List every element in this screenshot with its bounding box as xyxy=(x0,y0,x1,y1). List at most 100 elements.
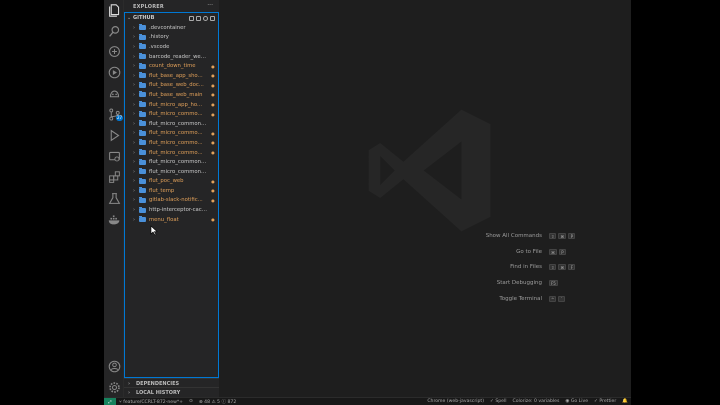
key-cap: F xyxy=(568,264,576,271)
folder-icon xyxy=(139,24,146,31)
folder-name: flut_base_app_sho... xyxy=(149,72,203,79)
run-icon[interactable] xyxy=(107,65,121,79)
folder-name: count_down_time xyxy=(149,63,196,70)
new-file-icon[interactable] xyxy=(189,15,194,21)
problems-indicator[interactable]: ⊗ 48 ⚠ 5 ⓘ 872 xyxy=(196,399,239,405)
folder-item[interactable]: › flut_micro_commo... ● xyxy=(125,129,218,139)
source-control-icon[interactable]: 27 xyxy=(107,107,124,121)
go-live-label: Go Live xyxy=(570,399,589,404)
folder-item[interactable]: › flut_micro_app_ho... ● xyxy=(125,100,218,110)
folder-name: .vscode xyxy=(149,43,170,50)
folder-item[interactable]: ›flut_micro_commons_cli... xyxy=(125,119,218,129)
chevron-right-icon: › xyxy=(128,380,131,387)
language-env[interactable]: Chrome (web-javascript) xyxy=(424,399,487,404)
key-cap: ⇧ xyxy=(549,264,557,271)
folder-item[interactable]: › menu_float ● xyxy=(125,215,218,225)
search-icon[interactable] xyxy=(107,24,121,38)
folder-icon xyxy=(139,81,146,88)
folder-item[interactable]: › .history xyxy=(125,33,218,43)
local-history-label: LOCAL HISTORY xyxy=(136,389,181,396)
testing-icon[interactable] xyxy=(107,191,121,205)
folder-item[interactable]: › http-interceptor-cache xyxy=(125,205,218,215)
account-icon[interactable] xyxy=(107,359,121,373)
folder-item[interactable]: ›flut_micro_commons_utils xyxy=(125,167,218,177)
folder-item[interactable]: ›flut_micro_commons_te... xyxy=(125,157,218,167)
folder-item[interactable]: › flut_temp ● xyxy=(125,186,218,196)
docker-icon[interactable] xyxy=(107,212,121,226)
shortcut-row[interactable]: Go to File ⌘ P xyxy=(399,244,599,260)
folder-status: ● xyxy=(211,102,215,108)
notifications-bell-icon[interactable]: 🔔 xyxy=(619,399,631,404)
folder-icon xyxy=(139,149,146,156)
folder-name: flut_micro_commo... xyxy=(149,139,203,146)
extensions-alt-icon[interactable] xyxy=(107,44,121,58)
folder-item[interactable]: › flut_poc_web ● xyxy=(125,177,218,187)
folder-name: flut_micro_commons_te... xyxy=(149,159,208,166)
status-bar: ⤢ ⑂ feature/CCRLT-872-new*+ ⊙ ⊗ 48 ⚠ 5 ⓘ… xyxy=(104,397,631,405)
shortcut-row[interactable]: Start Debugging F5 xyxy=(399,275,599,291)
folder-item[interactable]: ›barcode_reader_webass... xyxy=(125,52,218,62)
explorer-sidebar: EXPLORER ··· ⌄ GITHUB › .devcontainer › .hi… xyxy=(124,0,219,397)
collapse-all-icon[interactable] xyxy=(210,15,215,21)
scm-badge: 27 xyxy=(116,115,124,121)
folder-status: ● xyxy=(211,217,215,223)
repo-root[interactable]: ⌄ GITHUB xyxy=(125,13,218,23)
shortcut-row[interactable]: Toggle Terminal ^ ` xyxy=(399,291,599,307)
shortcut-label: Start Debugging xyxy=(496,280,542,287)
folder-item[interactable]: › .devcontainer xyxy=(125,23,218,33)
folder-item[interactable]: › flut_base_web_main ● xyxy=(125,90,218,100)
run-debug-icon[interactable] xyxy=(107,128,121,142)
explorer-title: EXPLORER xyxy=(133,4,164,10)
more-actions-icon[interactable]: ··· xyxy=(207,2,213,9)
folder-item[interactable]: › flut_micro_commo... ● xyxy=(125,109,218,119)
folder-item[interactable]: › flut_micro_commo... ● xyxy=(125,148,218,158)
explorer-icon[interactable] xyxy=(107,3,121,17)
sync-icon[interactable]: ⊙ xyxy=(186,399,196,404)
branch-name: feature/CCRLT-872-new*+ xyxy=(123,399,183,405)
folder-name: flut_base_web_doc... xyxy=(149,82,204,89)
prettier-indicator[interactable]: ✓ Prettier xyxy=(591,399,619,404)
shortcut-row[interactable]: Show All Commands ⇧ ⌘ P xyxy=(399,228,599,244)
folder-name: flut_micro_commo... xyxy=(149,130,203,137)
shortcut-row[interactable]: Find in Files ⇧ ⌘ F xyxy=(399,260,599,276)
folder-status: ● xyxy=(211,92,215,98)
remote-explorer-icon[interactable] xyxy=(107,149,121,163)
github-icon[interactable] xyxy=(107,86,121,100)
folder-status: ● xyxy=(211,188,215,194)
folder-item[interactable]: › .vscode xyxy=(125,42,218,52)
folder-status: ● xyxy=(211,63,215,69)
colorize-indicator[interactable]: Colorize: 0 variables xyxy=(510,399,563,404)
folder-item[interactable]: › flut_base_web_doc... ● xyxy=(125,81,218,91)
remote-indicator-icon[interactable]: ⤢ xyxy=(104,397,116,405)
folder-list: › .devcontainer › .history › .vscode › barcode_… xyxy=(125,23,218,224)
key-cap: ⌘ xyxy=(549,248,557,255)
folder-name: flut_micro_commons_cli... xyxy=(149,120,208,127)
local-history-section[interactable]: › LOCAL HISTORY xyxy=(124,387,219,397)
extensions-icon[interactable] xyxy=(107,170,121,184)
folder-item[interactable]: › flut_base_app_sho... ● xyxy=(125,71,218,81)
settings-gear-icon[interactable] xyxy=(107,380,121,394)
folder-name: gitlab-slack-notific... xyxy=(149,197,203,204)
dependencies-label: DEPENDENCIES xyxy=(136,380,180,387)
go-live-button[interactable]: ◉ Go Live xyxy=(562,399,591,404)
folder-icon xyxy=(139,91,146,98)
folder-status: ● xyxy=(211,150,215,156)
folder-icon xyxy=(139,53,146,60)
refresh-icon[interactable] xyxy=(203,15,208,21)
folder-item[interactable]: › count_down_time ● xyxy=(125,61,218,71)
folder-name: .devcontainer xyxy=(149,24,186,31)
folder-name: flut_micro_app_ho... xyxy=(149,101,203,108)
branch-indicator[interactable]: ⑂ feature/CCRLT-872-new*+ xyxy=(116,399,186,405)
new-folder-icon[interactable] xyxy=(196,15,201,21)
vscode-window: 27 EXPLORER ··· ⌄ GITHUB › .devcontainer… xyxy=(104,0,631,405)
folder-icon xyxy=(139,62,146,69)
folder-name: http-interceptor-cache xyxy=(149,207,208,214)
spell-indicator[interactable]: ✓ Spell xyxy=(487,399,510,404)
folder-icon xyxy=(139,33,146,40)
folder-status: ● xyxy=(211,111,215,117)
folder-item[interactable]: › gitlab-slack-notific... ● xyxy=(125,196,218,206)
folder-item[interactable]: › flut_micro_commo... ● xyxy=(125,138,218,148)
key-cap: ^ xyxy=(549,296,557,303)
folder-icon xyxy=(139,129,146,136)
shortcut-hints: Show All Commands ⇧ ⌘ P Go to File ⌘ P Find in … xyxy=(399,228,599,307)
